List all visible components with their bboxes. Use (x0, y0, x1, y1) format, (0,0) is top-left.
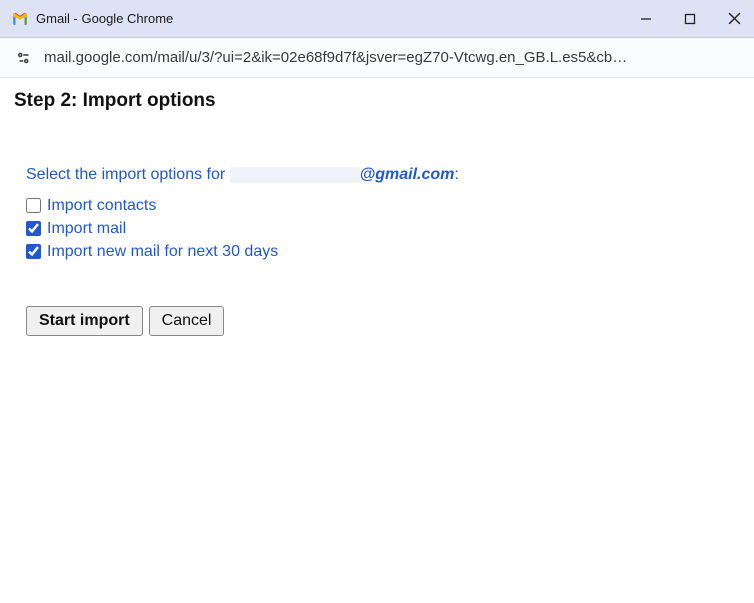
checkbox-import-new-mail[interactable] (26, 244, 41, 259)
gmail-favicon (12, 11, 28, 27)
button-row: Start import Cancel (26, 306, 740, 336)
window-titlebar: Gmail - Google Chrome (0, 0, 754, 38)
close-button[interactable] (726, 11, 742, 27)
option-import-mail[interactable]: Import mail (26, 217, 740, 240)
option-label: Import mail (47, 217, 126, 240)
address-bar[interactable]: mail.google.com/mail/u/3/?ui=2&ik=02e68f… (0, 38, 754, 78)
minimize-button[interactable] (638, 11, 654, 27)
option-label: Import contacts (47, 194, 156, 217)
checkbox-import-mail[interactable] (26, 221, 41, 236)
option-import-new-mail[interactable]: Import new mail for next 30 days (26, 240, 740, 263)
start-import-button[interactable]: Start import (26, 306, 143, 336)
url-text: mail.google.com/mail/u/3/?ui=2&ik=02e68f… (44, 49, 740, 66)
maximize-button[interactable] (682, 11, 698, 27)
window-title: Gmail - Google Chrome (36, 11, 638, 26)
cancel-button[interactable]: Cancel (149, 306, 225, 336)
instruction-suffix: : (454, 166, 458, 183)
option-import-contacts[interactable]: Import contacts (26, 194, 740, 217)
option-label: Import new mail for next 30 days (47, 240, 278, 263)
page-title: Step 2: Import options (14, 90, 740, 112)
email-domain: @gmail.com (360, 166, 455, 183)
checkbox-import-contacts[interactable] (26, 198, 41, 213)
redacted-email (230, 167, 360, 183)
window-controls (638, 11, 742, 27)
site-info-icon[interactable] (14, 48, 34, 68)
page-content: Step 2: Import options Select the import… (0, 78, 754, 348)
instruction-prefix: Select the import options for (26, 166, 230, 183)
instruction-text: Select the import options for @gmail.com… (26, 166, 740, 184)
